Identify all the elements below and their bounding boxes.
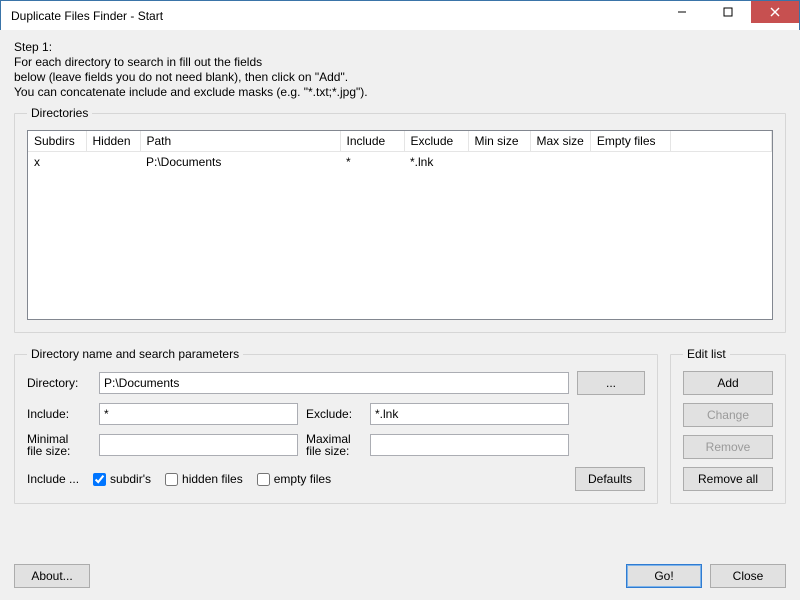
edit-list-legend: Edit list (683, 347, 730, 361)
edit-list-group: Edit list Add Change Remove Remove all (670, 347, 786, 504)
col-spacer (670, 131, 771, 152)
step-line: below (leave fields you do not need blan… (14, 70, 786, 85)
include-input[interactable] (99, 403, 298, 425)
table-header-row: Subdirs Hidden Path Include Exclude Min … (28, 131, 772, 152)
maxfs-label: Maximal file size: (306, 433, 362, 457)
change-button[interactable]: Change (683, 403, 773, 427)
col-subdirs[interactable]: Subdirs (28, 131, 86, 152)
min-file-size-input[interactable] (99, 434, 298, 456)
exclude-input[interactable] (370, 403, 569, 425)
step-line: You can concatenate include and exclude … (14, 85, 786, 100)
minimize-button[interactable] (659, 1, 705, 23)
col-include[interactable]: Include (340, 131, 404, 152)
cell-maxsize (530, 152, 590, 173)
maximize-button[interactable] (705, 1, 751, 23)
minfs-label: Minimal file size: (27, 433, 91, 457)
params-group: Directory name and search parameters Dir… (14, 347, 658, 504)
window-controls (659, 1, 799, 30)
defaults-button[interactable]: Defaults (575, 467, 645, 491)
go-button[interactable]: Go! (626, 564, 702, 588)
subdirs-checkbox-label[interactable]: subdir's (93, 472, 151, 486)
add-button[interactable]: Add (683, 371, 773, 395)
cell-exclude: *.lnk (404, 152, 468, 173)
cell-hidden (86, 152, 140, 173)
about-button[interactable]: About... (14, 564, 90, 588)
close-dialog-button[interactable]: Close (710, 564, 786, 588)
step-instructions: Step 1: For each directory to search in … (14, 40, 786, 100)
max-file-size-input[interactable] (370, 434, 569, 456)
directories-legend: Directories (27, 106, 92, 120)
minimize-icon (677, 7, 687, 17)
cell-path: P:\Documents (140, 152, 340, 173)
cell-emptyfiles (590, 152, 670, 173)
step-heading: Step 1: (14, 40, 786, 55)
close-button[interactable] (751, 1, 799, 23)
col-emptyfiles[interactable]: Empty files (590, 131, 670, 152)
directory-label: Directory: (27, 376, 91, 390)
empty-checkbox[interactable] (257, 473, 270, 486)
close-icon (770, 7, 780, 17)
directories-group: Directories Subdirs Hidden Path Include … (14, 106, 786, 333)
cell-include: * (340, 152, 404, 173)
remove-button[interactable]: Remove (683, 435, 773, 459)
remove-all-button[interactable]: Remove all (683, 467, 773, 491)
params-legend: Directory name and search parameters (27, 347, 243, 361)
directory-input[interactable] (99, 372, 569, 394)
col-minsize[interactable]: Min size (468, 131, 530, 152)
directories-table-wrap: Subdirs Hidden Path Include Exclude Min … (27, 130, 773, 320)
step-line: For each directory to search in fill out… (14, 55, 786, 70)
hidden-checkbox[interactable] (165, 473, 178, 486)
subdirs-checkbox[interactable] (93, 473, 106, 486)
window-title: Duplicate Files Finder - Start (11, 9, 659, 23)
cell-subdirs: x (28, 152, 86, 173)
include-opts-label: Include ... (27, 472, 79, 486)
hidden-checkbox-label[interactable]: hidden files (165, 472, 243, 486)
maximize-icon (723, 7, 733, 17)
col-exclude[interactable]: Exclude (404, 131, 468, 152)
exclude-label: Exclude: (306, 407, 362, 421)
titlebar: Duplicate Files Finder - Start (1, 1, 799, 31)
cell-minsize (468, 152, 530, 173)
include-label: Include: (27, 407, 91, 421)
content-area: Step 1: For each directory to search in … (0, 30, 800, 600)
col-hidden[interactable]: Hidden (86, 131, 140, 152)
col-path[interactable]: Path (140, 131, 340, 152)
table-row[interactable]: x P:\Documents * *.lnk (28, 152, 772, 173)
directories-table[interactable]: Subdirs Hidden Path Include Exclude Min … (28, 131, 772, 172)
browse-button[interactable]: ... (577, 371, 645, 395)
empty-checkbox-label[interactable]: empty files (257, 472, 331, 486)
col-maxsize[interactable]: Max size (530, 131, 590, 152)
footer-row: About... Go! Close (14, 564, 786, 588)
